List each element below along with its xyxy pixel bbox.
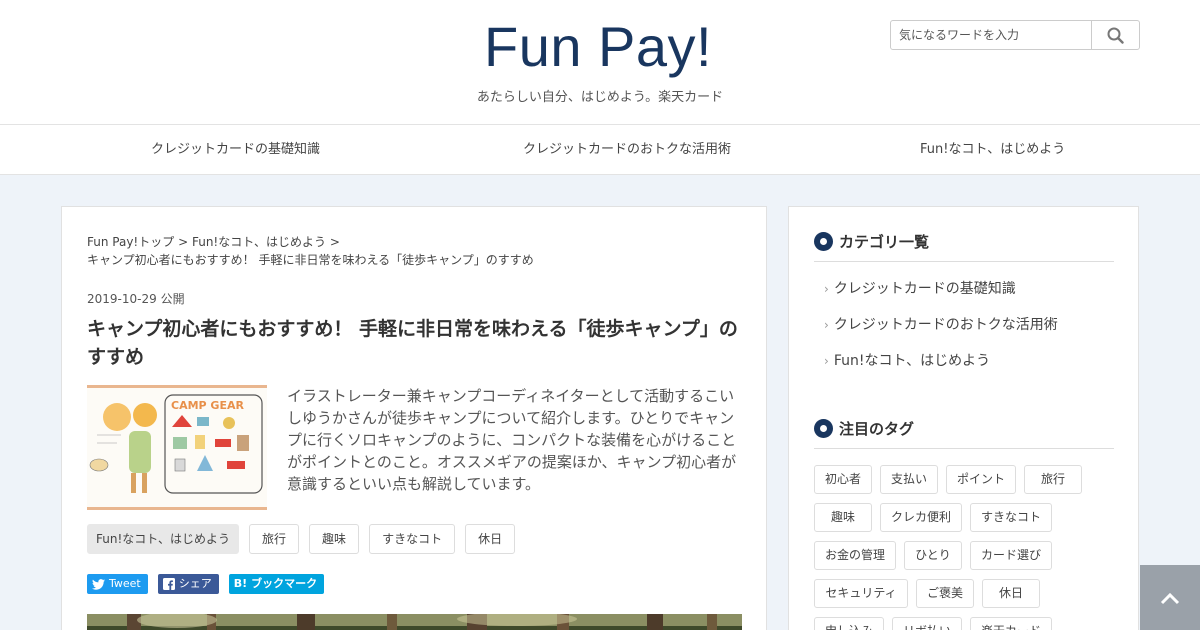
tag-link[interactable]: 趣味 [309,524,360,554]
article-tags: Fun!なコト、はじめよう 旅行 趣味 すきなコト 休日 [87,524,516,554]
sidebar-category-label: クレジットカードの基礎知識 [833,281,1016,297]
chevron-up-icon [1160,592,1180,604]
global-nav: クレジットカードの基礎知識 クレジットカードのおトクな活用術 Fun!なコト、は… [0,125,1200,175]
breadcrumb-category[interactable]: Fun!なコト、はじめよう [192,235,326,249]
breadcrumb-separator: > [178,235,189,249]
camp-gear-illustration: CAMP GEAR [87,385,267,510]
sidebar-tag[interactable]: リボ払い [892,617,962,630]
date-suffix: 公開 [160,292,185,306]
sidebar-tag[interactable]: 休日 [982,579,1040,608]
date-value: 2019-10-29 [87,292,157,306]
breadcrumb-home[interactable]: Fun Pay!トップ [87,235,174,249]
publish-date: 2019-10-29 公開 [87,290,185,307]
site-tagline: あたらしい自分、はじめよう。楽天カード [476,90,724,105]
chevron-right-icon: › [824,354,829,368]
facebook-label: シェア [178,577,212,590]
facebook-share-button[interactable]: シェア [157,574,219,594]
hatena-label: ブックマーク [251,577,318,590]
back-to-top-button[interactable] [1140,565,1200,630]
sidebar-category-label: クレジットカードのおトクな活用術 [833,317,1058,333]
sidebar-tag[interactable]: 楽天カード [970,617,1052,630]
sidebar-tag[interactable]: ポイント [946,465,1016,494]
sidebar-tag[interactable]: ひとり [904,541,962,570]
sidebar-category-basics[interactable]: › クレジットカードの基礎知識 [824,278,1016,298]
categories-heading: カテゴリ一覧 [814,232,1114,262]
tag-link[interactable]: すきなコト [369,524,456,554]
facebook-icon [162,578,175,590]
sidebar-category-tips[interactable]: › クレジットカードのおトクな活用術 [824,314,1058,334]
nav-item-tips[interactable]: クレジットカードのおトクな活用術 [523,125,731,175]
twitter-icon [92,578,105,590]
sidebar-tag[interactable]: ご褒美 [916,579,974,608]
site-logo[interactable]: Fun Pay! [484,12,712,82]
breadcrumb-current: キャンプ初心者にもおすすめ！ 手軽に非日常を味わえる「徒歩キャンプ」のすすめ [87,253,534,267]
nav-item-fun[interactable]: Fun!なコト、はじめよう [920,125,1065,175]
sidebar-tag[interactable]: 申し込み [814,617,884,630]
share-buttons: Tweet シェア B! ブックマーク [87,574,325,594]
search-icon [1107,27,1124,44]
hatena-icon: B! [233,577,248,590]
tags-heading-text: 注目のタグ [839,420,915,438]
sidebar-tag[interactable]: 支払い [880,465,938,494]
chevron-right-icon: › [824,318,829,332]
category-tag[interactable]: Fun!なコト、はじめよう [87,524,240,554]
sidebar-category-label: Fun!なコト、はじめよう [833,353,991,369]
sidebar-category-fun[interactable]: › Fun!なコト、はじめよう [824,350,990,370]
categories-heading-text: カテゴリ一覧 [839,233,930,251]
sidebar-tag[interactable]: 旅行 [1024,465,1082,494]
forest-photo [87,612,742,630]
article-card: Fun Pay!トップ > Fun!なコト、はじめよう > キャンプ初心者にもお… [61,206,767,630]
article-thumbnail[interactable]: CAMP GEAR [87,385,267,510]
article-hero-image [87,612,742,630]
sidebar-tag[interactable]: 初心者 [814,465,872,494]
tweet-label: Tweet [109,577,141,590]
site-header: Fun Pay! あたらしい自分、はじめよう。楽天カード [0,0,1200,125]
heading-bullet-icon [814,232,833,251]
sidebar-tag[interactable]: カード選び [970,541,1052,570]
search-input[interactable] [891,21,1091,49]
tags-heading: 注目のタグ [814,419,1114,449]
sidebar-tag[interactable]: お金の管理 [814,541,896,570]
sidebar-tag[interactable]: 趣味 [814,503,872,532]
search-box [890,20,1140,50]
tag-link[interactable]: 旅行 [249,524,300,554]
article-title: キャンプ初心者にもおすすめ！ 手軽に非日常を味わえる「徒歩キャンプ」のすすめ [87,318,738,368]
sidebar-tag[interactable]: セキュリティ [814,579,908,608]
thumbnail-label: CAMP GEAR [171,399,244,412]
nav-item-basics[interactable]: クレジットカードの基礎知識 [151,125,320,175]
sidebar-tag[interactable]: クレカ便利 [880,503,962,532]
search-button[interactable] [1091,21,1139,49]
sidebar: カテゴリ一覧 › クレジットカードの基礎知識 › クレジットカードのおトクな活用術 … [788,206,1139,630]
article-excerpt: イラストレーター兼キャンプコーディネイターとして活動するこいしゆうかさんが徒歩キ… [287,387,737,493]
heading-bullet-icon [814,419,833,438]
breadcrumb-separator: > [329,235,340,249]
tweet-button[interactable]: Tweet [87,574,148,594]
breadcrumb: Fun Pay!トップ > Fun!なコト、はじめよう > キャンプ初心者にもお… [87,233,747,269]
sidebar-tag[interactable]: すきなコト [970,503,1052,532]
tag-link[interactable]: 休日 [465,524,516,554]
hatena-bookmark-button[interactable]: B! ブックマーク [228,574,325,594]
chevron-right-icon: › [824,282,829,296]
